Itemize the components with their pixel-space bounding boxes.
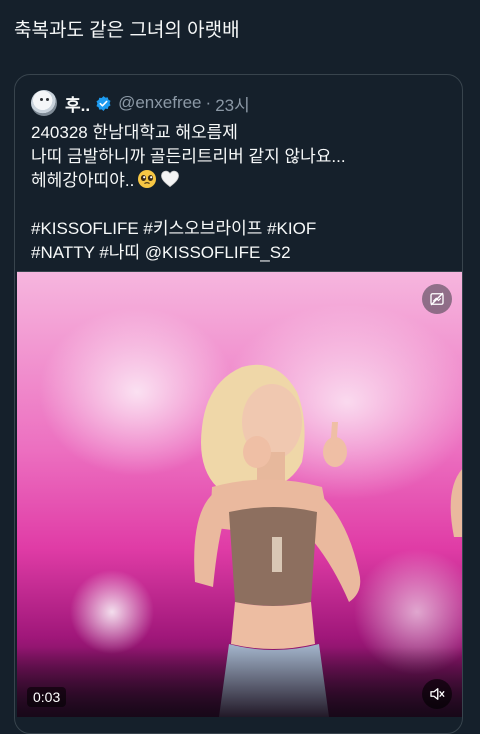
post-time[interactable]: 23시 [215,91,250,116]
quoted-tweet-header: 후.. @enxefree · 23시 [31,89,250,117]
white-heart-icon [160,169,180,196]
hashtags-line-2[interactable]: #NATTY #나띠 @KISSOFLIFE_S2 [31,241,451,265]
quoted-tweet-body: 240328 한남대학교 해오름제 나띠 금발하니까 골든리트리버 같지 않나요… [31,121,451,265]
muted-speaker-icon[interactable] [422,679,452,709]
tweet-line-3: 헤헤강아띠야.. [31,169,451,193]
tweet-line-2: 나띠 금발하니까 골든리트리버 같지 않나요... [31,147,346,166]
stage-floor [17,647,462,717]
avatar[interactable] [31,90,57,116]
pleading-face-icon [137,169,157,196]
separator-dot: · [205,93,212,112]
quoted-tweet-card[interactable]: 후.. @enxefree · 23시 240328 한남대학교 해오름제 나띠… [14,74,463,734]
post-text: 축복과도 같은 그녀의 아랫배 [14,20,240,41]
hashtags-line-1[interactable]: #KISSOFLIFE #키스오브라이프 #KIOF [31,217,451,241]
tweet-line-3-text: 헤헤강아띠야.. [31,171,135,190]
verified-badge-icon [95,95,112,112]
video-timestamp: 0:03 [27,687,67,707]
tweet-line-1: 240328 한남대학교 해오름제 [31,123,238,142]
video-player[interactable]: 0:03 [17,271,462,717]
data-saver-icon[interactable] [422,284,452,314]
handle[interactable]: @enxefree [118,93,201,113]
display-name[interactable]: 후.. [65,91,90,116]
